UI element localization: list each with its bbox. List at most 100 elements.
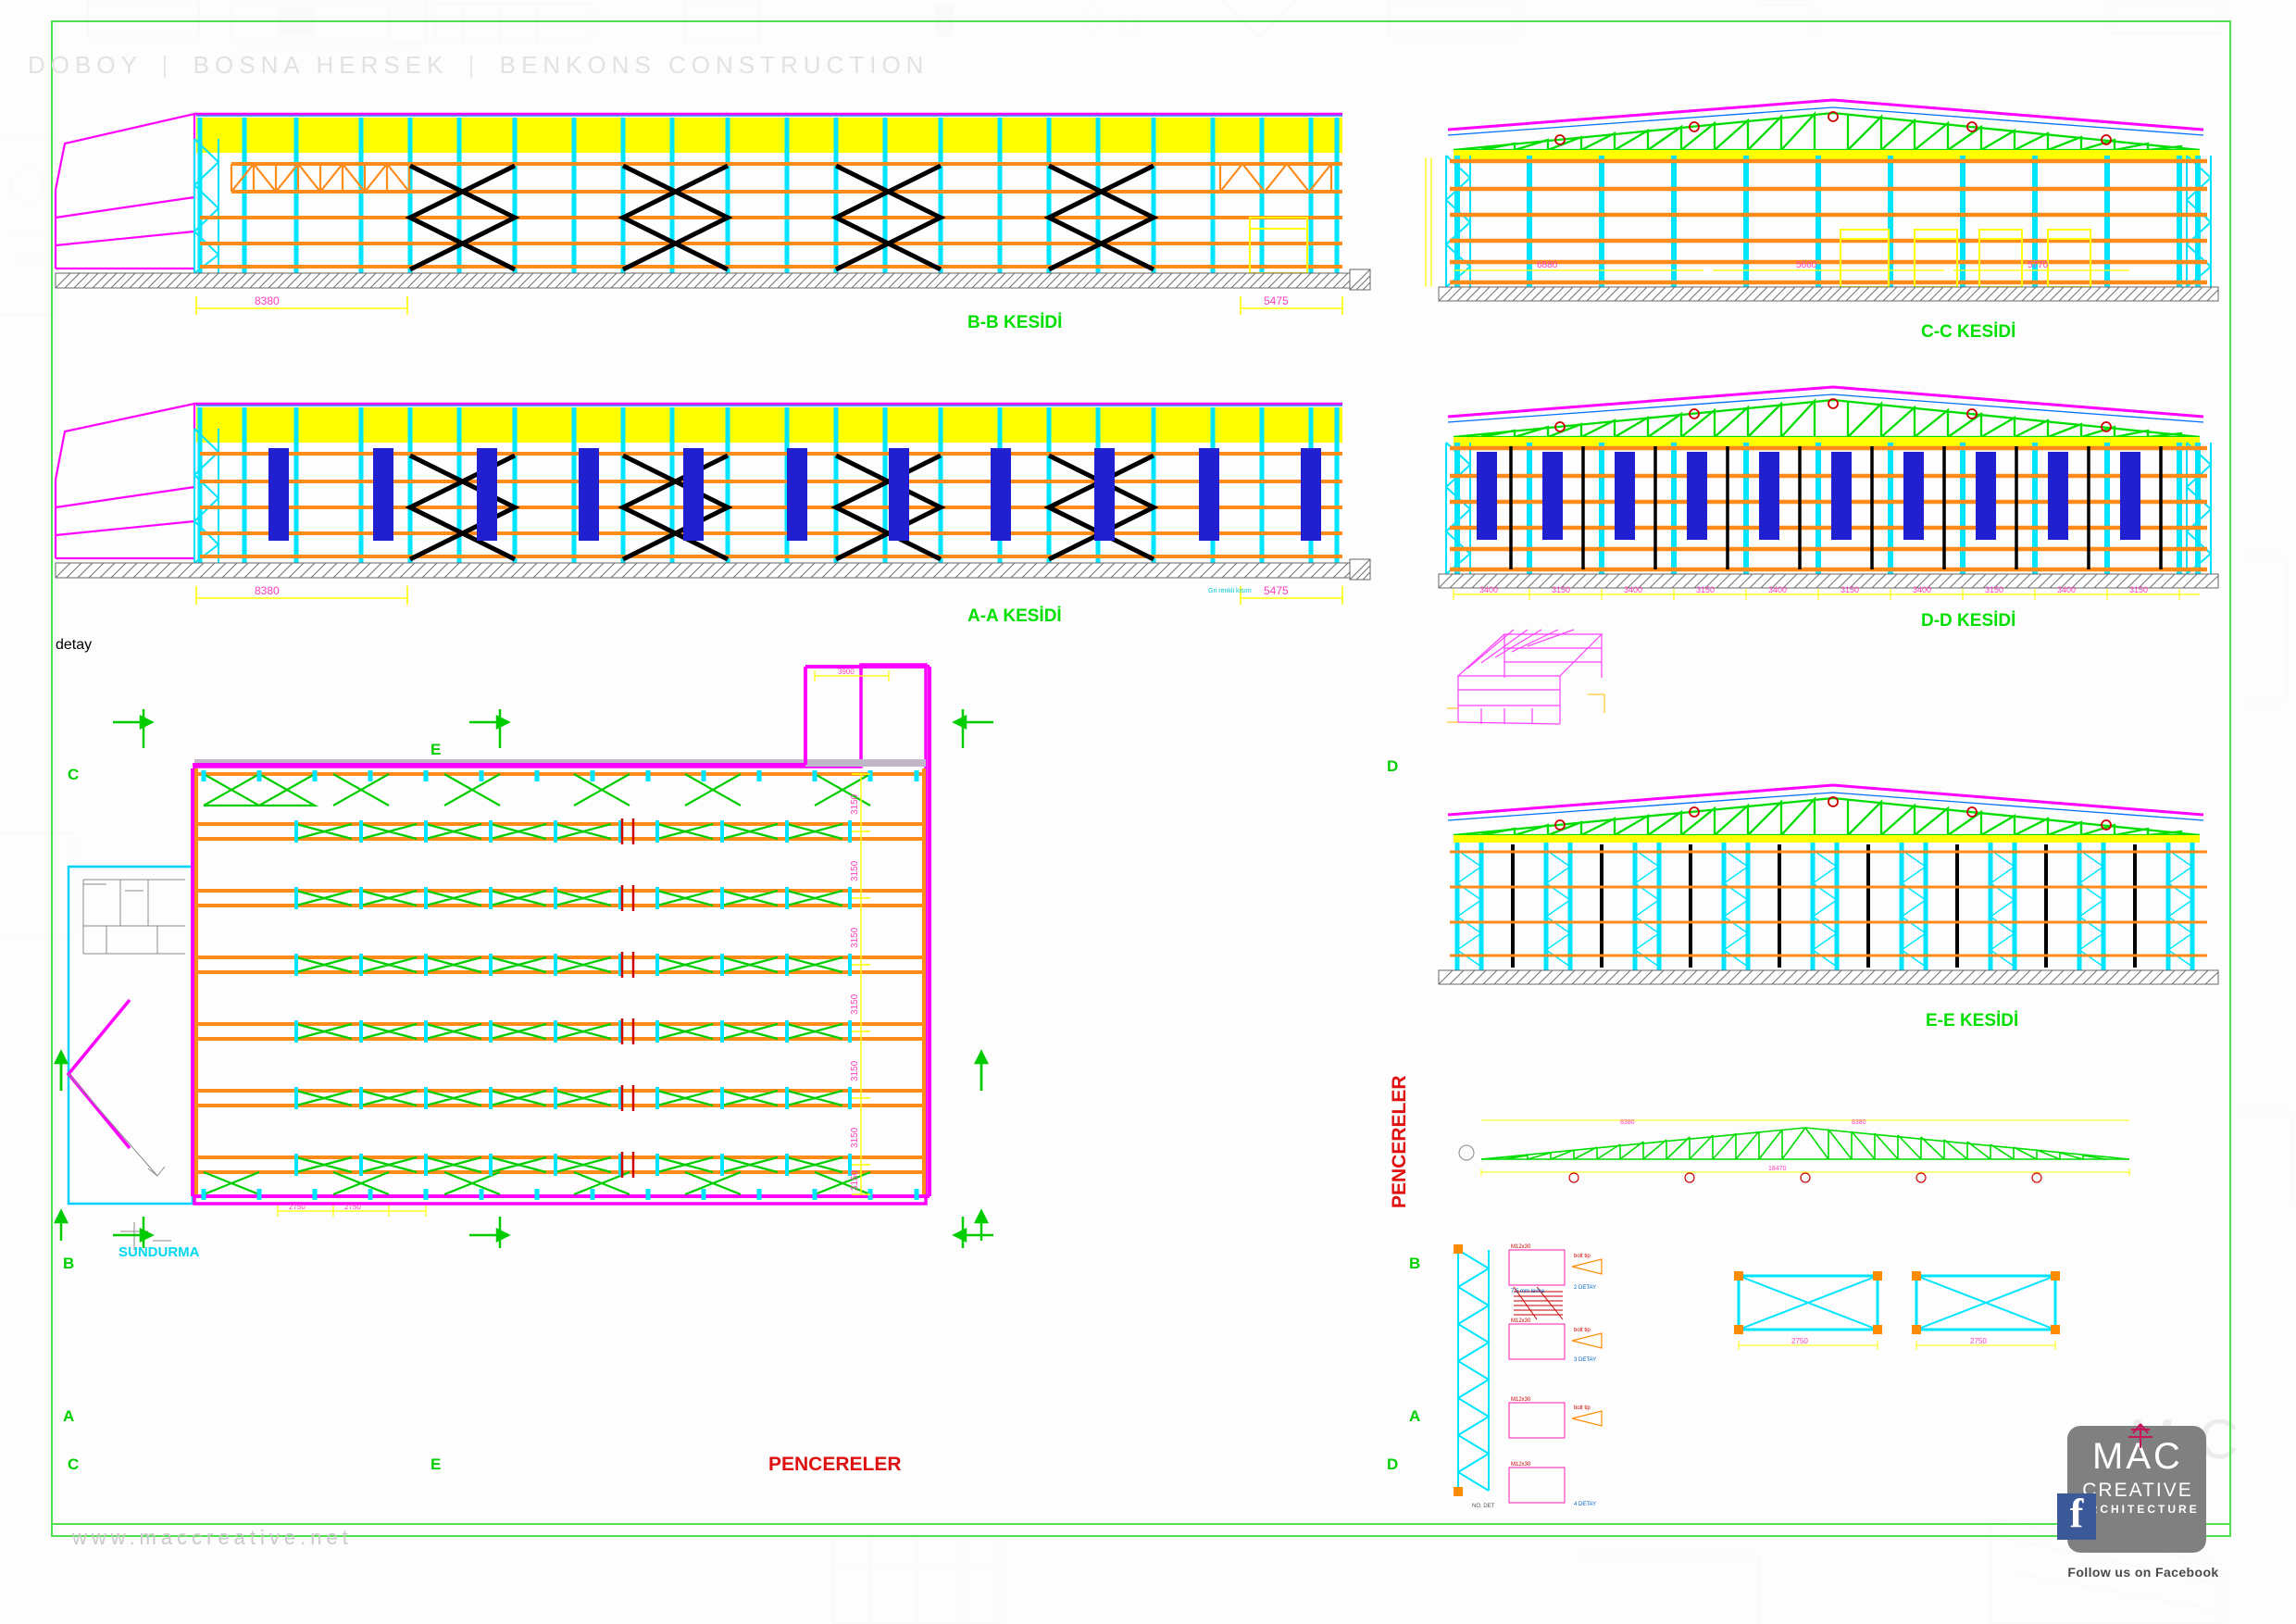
dd-dim-4: 3150 (1696, 585, 1715, 594)
aa-dim-8380: 8380 (255, 584, 280, 597)
dd-columns (1454, 443, 2201, 574)
dd-dim-5: 3400 (1768, 585, 1787, 594)
svg-text:2 DETAY: 2 DETAY (1574, 1285, 1596, 1291)
aa-canopy-outline (54, 402, 196, 560)
dd-dim-2: 3150 (1552, 585, 1570, 594)
annex-label-sundurma: SUNDURMA (119, 1244, 200, 1260)
svg-text:3150: 3150 (850, 927, 860, 948)
view-dd-section: 3400 3150 3400 3150 3400 3150 3400 3150 … (1426, 380, 2231, 611)
svg-text:3 DETAY: 3 DETAY (1574, 1357, 1596, 1363)
svg-text:2750: 2750 (289, 1203, 306, 1211)
bb-right-lattice (1218, 162, 1333, 194)
section-marker-b-right: B (1409, 1255, 1421, 1272)
plan-rack-ends (294, 820, 852, 1176)
svg-text:M12x30: M12x30 (1511, 1318, 1531, 1324)
dd-dim-8: 3150 (1985, 585, 2003, 594)
dd-roof-truss (1453, 398, 2201, 439)
view-cc-section: 6880 5660 5770 (1425, 93, 2231, 324)
plan-dim-labels: 3150 3150 3150 3150 3150 3150 3150 (850, 793, 860, 1191)
dd-dim-7: 3400 (1913, 585, 1931, 594)
section-marker-c-bottom: C (68, 1455, 80, 1473)
sheet-header: DOBOY | BOSNA HERSEK | BENKONS CONSTRUCT… (28, 51, 929, 80)
ee-roof-truss (1453, 796, 2201, 837)
view-floor-plan: 3150 3150 3150 3150 3150 3150 3150 2750 2… (53, 648, 1398, 1481)
section-marker-e-bottom: E (430, 1455, 442, 1473)
caption-cc: C-C KESİDİ (1921, 322, 2016, 342)
svg-text:NO. DET: NO. DET (1472, 1504, 1495, 1509)
svg-text:M12x30: M12x30 (1511, 1244, 1531, 1250)
view-aa-section: 8380 5475 Gri renkli kısım detay (54, 378, 1389, 653)
logo-line3: ARCHITECTURE (2078, 1503, 2200, 1516)
caption-dd: D-D KESİDİ (1921, 611, 2016, 631)
header-client: BENKONS CONSTRUCTION (499, 51, 930, 79)
svg-text:bolt tip: bolt tip (1574, 1328, 1591, 1333)
cc-dim-5660: 5660 (1796, 260, 1817, 270)
detail-truss-elevation: 8380 8380 18470 (1454, 1111, 2157, 1194)
bb-canopy-truss (230, 162, 411, 194)
brace-dim-1: 2750 (1791, 1337, 1808, 1345)
footer-divider (51, 1523, 2231, 1525)
svg-text:3900: 3900 (838, 668, 855, 676)
svg-text:bolt tip: bolt tip (1574, 1254, 1591, 1259)
plan-office-partitions (82, 879, 185, 955)
aa-beams (200, 452, 1342, 558)
ee-black-supports (1511, 844, 2137, 968)
caption-bb: B-B KESİDİ (967, 313, 1063, 332)
dd-dim-10: 3150 (2129, 585, 2148, 594)
bb-canopy-outline (54, 112, 196, 270)
header-separator-1: | (161, 51, 174, 79)
cc-dim-6880: 6880 (1537, 260, 1558, 270)
svg-text:2750: 2750 (344, 1203, 361, 1211)
cc-roof-truss (1453, 111, 2201, 152)
dd-dim-6: 3150 (1841, 585, 1859, 594)
section-marker-d-top: D (1387, 757, 1399, 775)
ee-rack-lattice (1455, 849, 2194, 968)
svg-text:3150: 3150 (850, 993, 860, 1015)
plan-label-bottom: PENCERELER (768, 1454, 902, 1475)
brace-dim-2: 2750 (1970, 1337, 1987, 1345)
ee-roof-outline (1447, 783, 2204, 817)
plan-label-right: PENCERELER (1389, 1075, 1410, 1208)
svg-text:bolt tip: bolt tip (1574, 1405, 1591, 1411)
svg-text:8380: 8380 (1620, 1119, 1635, 1126)
plan-center-markers (620, 818, 635, 1178)
aa-note: Gri renkli kısım (1208, 588, 1252, 594)
section-marker-a-left: A (63, 1407, 75, 1425)
detail-isometric-sketch (1440, 620, 1625, 750)
section-marker-c-top: C (68, 766, 80, 783)
bb-dim-5475: 5475 (1264, 294, 1289, 307)
svg-text:3150: 3150 (850, 1060, 860, 1081)
section-marker-d-bottom: D (1387, 1455, 1399, 1473)
svg-text:3150: 3150 (850, 1127, 860, 1148)
bb-dim-8380: 8380 (255, 294, 280, 307)
dd-dim-3: 3400 (1624, 585, 1642, 594)
dd-roof-outline (1447, 385, 2204, 418)
plan-walls (191, 665, 931, 1198)
bb-foundation (55, 269, 1371, 291)
facebook-icon[interactable]: f (2057, 1493, 2096, 1540)
logo-accent-icon (2128, 1423, 2152, 1448)
header-location: DOBOY (28, 51, 143, 79)
bb-beams (200, 162, 1342, 269)
cc-beams (1450, 158, 2207, 285)
view-ee-section (1426, 778, 2231, 1009)
section-marker-b-left: B (63, 1255, 75, 1272)
svg-text:3150: 3150 (850, 1169, 860, 1191)
caption-aa: A-A KESİDİ (967, 606, 1062, 626)
section-marker-e-top: E (430, 741, 442, 758)
cc-roof-outline (1447, 98, 2204, 131)
plan-annex-outline (67, 865, 194, 1206)
cc-dim-5770: 5770 (2028, 260, 2049, 270)
bb-dimension-lines (195, 296, 1343, 315)
svg-text:4 DETAY: 4 DETAY (1574, 1502, 1596, 1507)
cc-columns (1454, 156, 2201, 287)
plan-canopy-line (66, 998, 131, 1150)
plan-green-bracing (203, 773, 871, 1196)
facebook-caption: Follow us on Facebook (2067, 1565, 2219, 1580)
plan-building-outline (193, 663, 928, 1206)
dd-dim-1: 3400 (1479, 585, 1498, 594)
plan-beams-horizontal (196, 772, 926, 1174)
svg-text:7.5 mm levha: 7.5 mm levha (1511, 1289, 1545, 1294)
detail-brace-panels: 2750 2750 (1731, 1267, 2065, 1368)
logo-line2: CREATIVE (2082, 1480, 2193, 1501)
